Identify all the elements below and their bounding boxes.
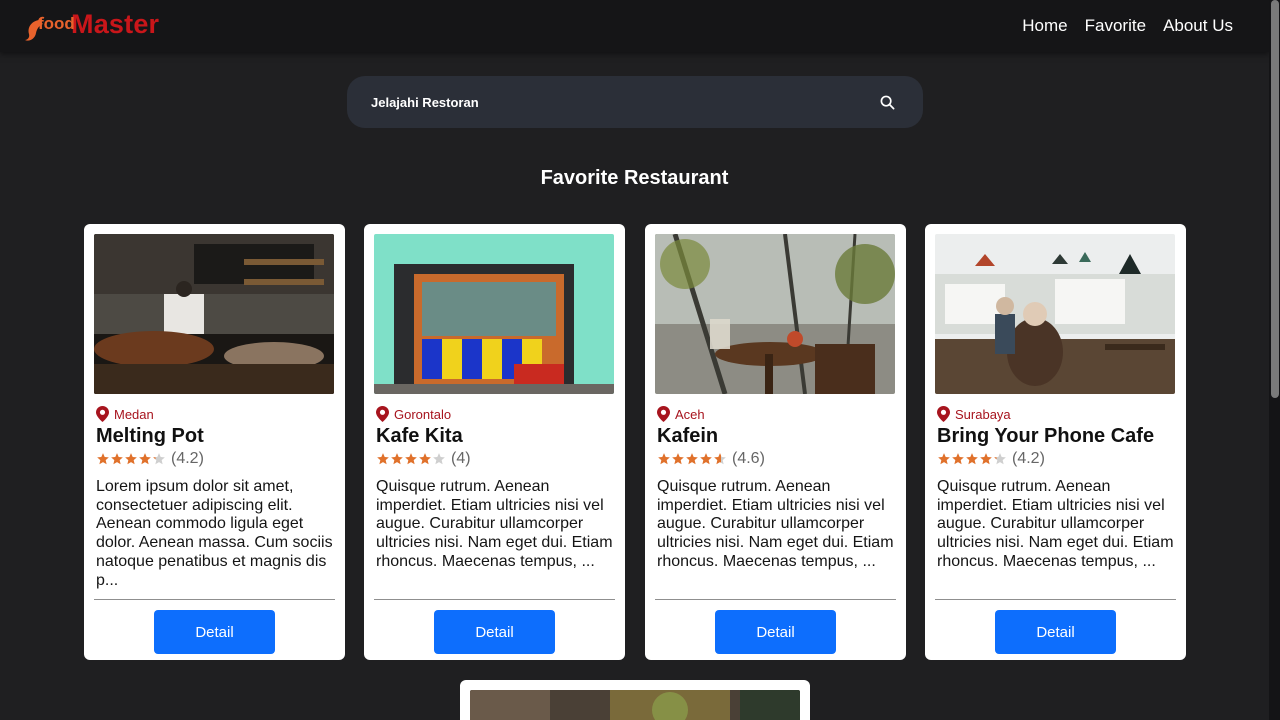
search-bar bbox=[347, 76, 923, 128]
location-city: Aceh bbox=[675, 406, 705, 422]
brand-food-text: food bbox=[38, 14, 75, 33]
location-city: Gorontalo bbox=[394, 406, 452, 422]
rating: (4.2) bbox=[935, 449, 1176, 469]
restaurant-image-kitchen[interactable] bbox=[94, 234, 334, 394]
star-icon bbox=[672, 453, 684, 465]
star-icon bbox=[125, 453, 137, 465]
star-icon bbox=[966, 453, 978, 465]
detail-button[interactable]: Detail bbox=[715, 610, 836, 654]
restaurant-image-storefront[interactable] bbox=[374, 234, 614, 394]
star-icon bbox=[952, 453, 964, 465]
scrollbar-thumb[interactable] bbox=[1271, 0, 1279, 398]
location-city: Surabaya bbox=[955, 406, 1011, 422]
star-rating bbox=[376, 452, 446, 466]
star-icon bbox=[686, 453, 698, 465]
star-icon bbox=[405, 453, 417, 465]
restaurant-image-cafe-interior[interactable] bbox=[935, 234, 1175, 394]
star-rating bbox=[937, 452, 1007, 466]
navbar: food Master Home Favorite About Us bbox=[0, 0, 1269, 52]
map-pin-icon bbox=[657, 406, 670, 422]
nav-about-link[interactable]: About Us bbox=[1163, 16, 1233, 36]
detail-button[interactable]: Detail bbox=[995, 610, 1116, 654]
restaurant-card: Surabaya Bring Your Phone Cafe (4.2) Qui… bbox=[925, 224, 1186, 660]
location: Gorontalo bbox=[374, 405, 615, 423]
nav-favorite-link[interactable]: Favorite bbox=[1085, 16, 1146, 36]
restaurant-description: Lorem ipsum dolor sit amet, consectetuer… bbox=[96, 478, 333, 589]
restaurant-name: Melting Pot bbox=[96, 425, 204, 447]
brand-master-text: Master bbox=[71, 9, 160, 39]
star-icon bbox=[153, 453, 165, 465]
page-scrollbar[interactable] bbox=[1269, 0, 1280, 720]
star-icon bbox=[111, 453, 123, 465]
restaurant-description: Quisque rutrum. Aenean imperdiet. Etiam … bbox=[937, 478, 1174, 570]
rating-value: (4.2) bbox=[1012, 450, 1045, 467]
map-pin-icon bbox=[96, 406, 109, 422]
location: Aceh bbox=[655, 405, 896, 423]
card-divider bbox=[374, 599, 615, 600]
star-icon bbox=[391, 453, 403, 465]
restaurant-card: Aceh Kafein (4.6) Quisque rutrum. Aenean… bbox=[645, 224, 906, 660]
restaurant-name: Kafein bbox=[657, 425, 719, 447]
map-pin-icon bbox=[937, 406, 950, 422]
rating-value: (4) bbox=[451, 450, 471, 467]
location: Medan bbox=[94, 405, 335, 423]
rating: (4) bbox=[374, 449, 615, 469]
restaurant-card: Gorontalo Kafe Kita (4) Quisque rutrum. … bbox=[364, 224, 625, 660]
rating: (4.2) bbox=[94, 449, 335, 469]
star-icon bbox=[714, 453, 726, 465]
main-nav: Home Favorite About Us bbox=[1022, 16, 1233, 36]
map-pin-icon bbox=[376, 406, 389, 422]
restaurant-name: Kafe Kita bbox=[376, 425, 463, 447]
rating: (4.6) bbox=[655, 449, 896, 469]
card-divider bbox=[935, 599, 1176, 600]
brand-logo[interactable]: food Master bbox=[24, 4, 159, 48]
star-icon bbox=[938, 453, 950, 465]
section-title: Favorite Restaurant bbox=[540, 167, 729, 189]
detail-button[interactable]: Detail bbox=[434, 610, 555, 654]
star-icon bbox=[377, 453, 389, 465]
location: Surabaya bbox=[935, 405, 1176, 423]
search-icon[interactable] bbox=[875, 90, 899, 114]
star-rating bbox=[96, 452, 166, 466]
star-icon bbox=[994, 453, 1006, 465]
rating-value: (4.6) bbox=[732, 450, 765, 467]
card-divider bbox=[655, 599, 896, 600]
restaurant-card-partial bbox=[460, 680, 810, 720]
card-divider bbox=[94, 599, 335, 600]
location-city: Medan bbox=[114, 406, 154, 422]
restaurant-name: Bring Your Phone Cafe bbox=[937, 425, 1155, 447]
star-icon bbox=[980, 453, 992, 465]
restaurant-image-cafe-table[interactable] bbox=[655, 234, 895, 394]
star-icon bbox=[419, 453, 431, 465]
nav-home-link[interactable]: Home bbox=[1022, 16, 1067, 36]
star-icon bbox=[97, 453, 109, 465]
detail-button[interactable]: Detail bbox=[154, 610, 275, 654]
restaurant-card: Medan Melting Pot (4.2) Lorem ipsum dolo… bbox=[84, 224, 345, 660]
star-icon bbox=[433, 453, 445, 465]
restaurant-description: Quisque rutrum. Aenean imperdiet. Etiam … bbox=[376, 478, 613, 570]
star-icon bbox=[139, 453, 151, 465]
restaurant-description: Quisque rutrum. Aenean imperdiet. Etiam … bbox=[657, 478, 894, 570]
star-icon bbox=[658, 453, 670, 465]
star-icon bbox=[700, 453, 712, 465]
rating-value: (4.2) bbox=[171, 450, 204, 467]
restaurant-image-partial[interactable] bbox=[470, 690, 800, 720]
star-rating bbox=[657, 452, 727, 466]
search-input[interactable] bbox=[371, 94, 875, 110]
